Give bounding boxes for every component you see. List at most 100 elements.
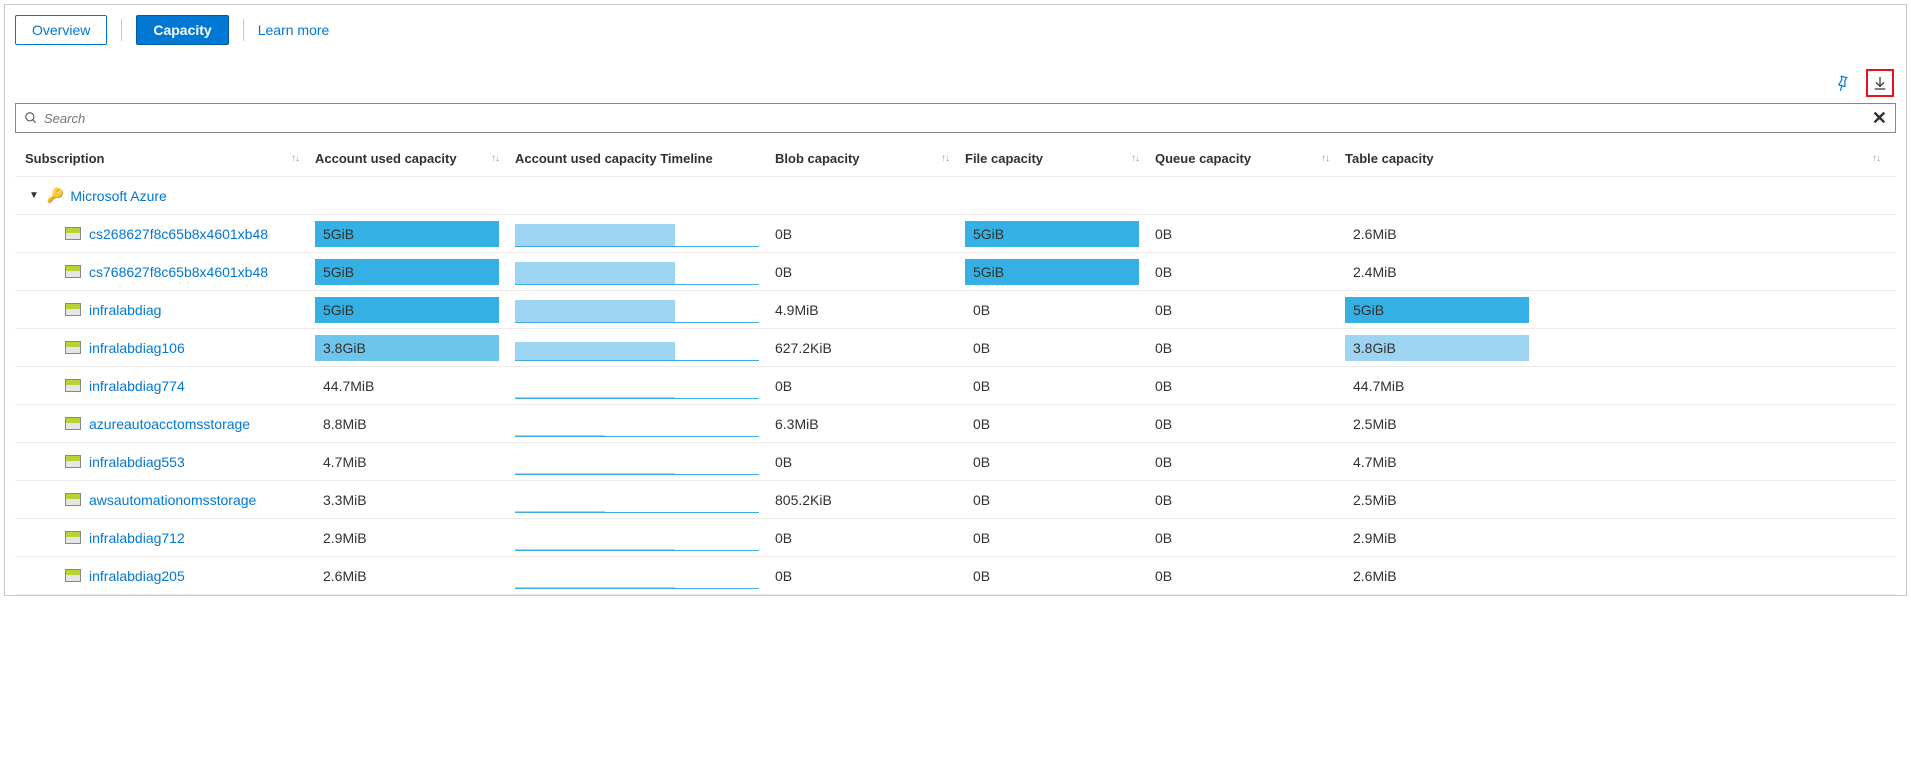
expand-caret-icon[interactable]: ▼ xyxy=(29,190,39,201)
col-subscription[interactable]: Subscription↑↓ xyxy=(15,151,315,166)
divider xyxy=(121,19,122,41)
capacity-value: 44.7MiB xyxy=(323,378,374,394)
account-cell: infralabdiag774 xyxy=(15,378,315,394)
capacity-cell: 8.8MiB xyxy=(315,411,499,437)
storage-account-icon xyxy=(65,417,81,430)
timeline-bar xyxy=(515,511,605,512)
account-link[interactable]: infralabdiag205 xyxy=(89,568,185,584)
storage-account-icon xyxy=(65,455,81,468)
subscription-name[interactable]: Microsoft Azure xyxy=(70,188,166,204)
blob-capacity: 627.2KiB xyxy=(775,340,965,356)
account-link[interactable]: infralabdiag553 xyxy=(89,454,185,470)
storage-account-icon xyxy=(65,227,81,240)
col-account-used[interactable]: Account used capacity↑↓ xyxy=(315,151,515,166)
search-input[interactable] xyxy=(38,111,1872,126)
blob-capacity: 0B xyxy=(775,454,965,470)
blob-capacity: 6.3MiB xyxy=(775,416,965,432)
capacity-cell: 5GiB xyxy=(1345,297,1529,323)
capacity-cell: 5GiB xyxy=(315,297,499,323)
capacity-value: 3.8GiB xyxy=(1353,340,1396,356)
capacity-value: 2.5MiB xyxy=(1353,416,1397,432)
col-timeline[interactable]: Account used capacity Timeline xyxy=(515,151,775,166)
learn-more-link[interactable]: Learn more xyxy=(258,22,330,38)
capacity-value: 4.7MiB xyxy=(323,454,367,470)
capacity-cell: 5GiB xyxy=(315,259,499,285)
capacity-value: 2.4MiB xyxy=(1353,264,1397,280)
download-icon[interactable] xyxy=(1866,69,1894,97)
queue-capacity: 0B xyxy=(1155,302,1345,318)
account-link[interactable]: infralabdiag xyxy=(89,302,161,318)
capacity-cell: 0B xyxy=(965,449,1139,475)
capacity-tab[interactable]: Capacity xyxy=(136,15,228,45)
table-row: infralabdiag7122.9MiB0B0B0B2.9MiB xyxy=(15,519,1896,557)
capacity-cell: 0B xyxy=(965,487,1139,513)
queue-capacity: 0B xyxy=(1155,530,1345,546)
table-row: infralabdiag2052.6MiB0B0B0B2.6MiB xyxy=(15,557,1896,595)
capacity-cell: 44.7MiB xyxy=(1345,373,1529,399)
storage-account-icon xyxy=(65,531,81,544)
timeline-bar xyxy=(515,587,675,588)
col-label: Blob capacity xyxy=(775,151,860,166)
account-cell: infralabdiag205 xyxy=(15,568,315,584)
capacity-cell: 0B xyxy=(965,297,1139,323)
capacity-value: 2.6MiB xyxy=(1353,568,1397,584)
account-link[interactable]: awsautomationomsstorage xyxy=(89,492,256,508)
account-link[interactable]: azureautoacctomsstorage xyxy=(89,416,250,432)
account-link[interactable]: infralabdiag774 xyxy=(89,378,185,394)
account-cell: infralabdiag xyxy=(15,302,315,318)
capacity-value: 0B xyxy=(973,454,990,470)
table-capacity-wrap: 2.4MiB xyxy=(1345,259,1896,285)
subscription-group-row[interactable]: ▼ 🔑 Microsoft Azure xyxy=(15,177,1896,215)
table-capacity-wrap: 2.5MiB xyxy=(1345,411,1896,437)
col-table[interactable]: Table capacity↑↓ xyxy=(1345,151,1896,166)
capacity-value: 0B xyxy=(973,340,990,356)
capacity-value: 0B xyxy=(973,416,990,432)
account-link[interactable]: cs768627f8c65b8x4601xb48 xyxy=(89,264,268,280)
capacity-cell: 2.6MiB xyxy=(1345,221,1529,247)
capacity-value: 0B xyxy=(973,492,990,508)
capacity-value: 2.6MiB xyxy=(323,568,367,584)
queue-capacity: 0B xyxy=(1155,568,1345,584)
capacity-value: 0B xyxy=(973,378,990,394)
capacity-cell: 4.7MiB xyxy=(315,449,499,475)
capacity-cell: 2.4MiB xyxy=(1345,259,1529,285)
table-capacity-wrap: 2.9MiB xyxy=(1345,525,1896,551)
account-link[interactable]: cs268627f8c65b8x4601xb48 xyxy=(89,226,268,242)
timeline-cell xyxy=(515,373,759,399)
timeline-bar xyxy=(515,549,675,550)
capacity-value: 0B xyxy=(973,302,990,318)
account-link[interactable]: infralabdiag712 xyxy=(89,530,185,546)
col-file[interactable]: File capacity↑↓ xyxy=(965,151,1155,166)
timeline-cell xyxy=(515,487,759,513)
divider xyxy=(243,19,244,41)
blob-capacity: 805.2KiB xyxy=(775,492,965,508)
capacity-cell: 2.9MiB xyxy=(1345,525,1529,551)
queue-capacity: 0B xyxy=(1155,492,1345,508)
account-cell: azureautoacctomsstorage xyxy=(15,416,315,432)
col-queue[interactable]: Queue capacity↑↓ xyxy=(1155,151,1345,166)
overview-tab[interactable]: Overview xyxy=(15,15,107,45)
capacity-cell: 4.7MiB xyxy=(1345,449,1529,475)
clear-search-icon[interactable]: ✕ xyxy=(1872,108,1887,129)
capacity-value: 3.3MiB xyxy=(323,492,367,508)
capacity-value: 2.5MiB xyxy=(1353,492,1397,508)
table-row: cs268627f8c65b8x4601xb485GiB0B5GiB0B2.6M… xyxy=(15,215,1896,253)
timeline-cell xyxy=(515,411,759,437)
search-box[interactable]: ✕ xyxy=(15,103,1896,133)
timeline-bar xyxy=(515,473,675,474)
capacity-value: 5GiB xyxy=(973,264,1004,280)
col-label: Account used capacity xyxy=(315,151,457,166)
timeline-cell xyxy=(515,525,759,551)
col-blob[interactable]: Blob capacity↑↓ xyxy=(775,151,965,166)
queue-capacity: 0B xyxy=(1155,340,1345,356)
account-link[interactable]: infralabdiag106 xyxy=(89,340,185,356)
blob-capacity: 0B xyxy=(775,568,965,584)
capacity-cell: 2.6MiB xyxy=(1345,563,1529,589)
capacity-cell: 2.9MiB xyxy=(315,525,499,551)
capacity-cell: 5GiB xyxy=(315,221,499,247)
capacity-cell: 0B xyxy=(965,411,1139,437)
pin-icon[interactable] xyxy=(1828,69,1856,97)
col-label: File capacity xyxy=(965,151,1043,166)
table-row: azureautoacctomsstorage8.8MiB6.3MiB0B0B2… xyxy=(15,405,1896,443)
view-toolbar: Overview Capacity Learn more xyxy=(15,15,1896,45)
